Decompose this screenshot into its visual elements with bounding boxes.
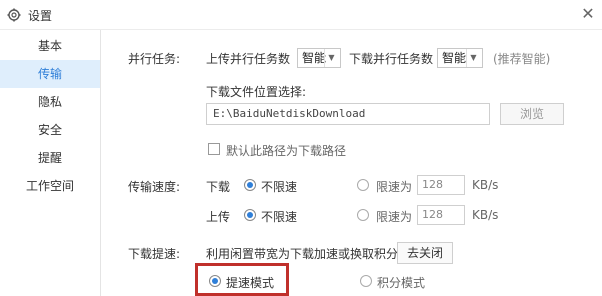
settings-gear-icon [7, 8, 21, 22]
sidebar-item-workspace[interactable]: 工作空间 [0, 172, 100, 200]
upload-unlimited-radio[interactable] [244, 209, 256, 221]
sidebar-item-security[interactable]: 安全 [0, 116, 100, 144]
upload-limit-input[interactable]: 128 [417, 205, 465, 225]
default-path-checkbox-label: 默认此路径为下载路径 [226, 144, 347, 158]
download-limit-radio[interactable] [357, 179, 369, 191]
upload-speed-label: 上传 [206, 210, 231, 224]
upload-limit-radio[interactable] [357, 209, 369, 221]
download-limit-input[interactable]: 128 [417, 175, 465, 195]
upload-unlimited-label: 不限速 [261, 210, 298, 224]
download-limit-label: 限速为 [376, 180, 413, 194]
upload-parallel-select[interactable]: 智能 ▼ [297, 48, 341, 68]
title-bar: 设置 ✕ [0, 0, 602, 30]
speed-section-label: 传输速度: [128, 180, 181, 194]
download-speed-label: 下载 [206, 180, 231, 194]
boost-points-mode-radio[interactable] [360, 275, 372, 287]
download-parallel-label: 下载并行任务数 [349, 52, 434, 66]
upload-parallel-label: 上传并行任务数 [206, 52, 291, 66]
boost-description: 利用闲置带宽为下载加速或换取积分 [206, 247, 399, 261]
boost-section-label: 下载提速: [128, 247, 181, 261]
window-title: 设置 [28, 9, 53, 23]
parallel-section-label: 并行任务: [128, 52, 181, 66]
download-parallel-select[interactable]: 智能 ▼ [437, 48, 483, 68]
browse-button[interactable]: 浏览 [500, 103, 564, 125]
download-unlimited-label: 不限速 [261, 180, 298, 194]
sidebar-item-reminder[interactable]: 提醒 [0, 144, 100, 172]
download-parallel-value: 智能 [442, 51, 467, 65]
parallel-hint: (推荐智能) [493, 52, 551, 66]
upload-limit-unit: KB/s [472, 208, 499, 222]
upload-limit-label: 限速为 [376, 210, 413, 224]
boost-close-button[interactable]: 去关闭 [397, 242, 453, 264]
default-path-checkbox[interactable] [208, 143, 220, 155]
close-icon[interactable]: ✕ [578, 4, 598, 24]
download-path-label: 下载文件位置选择: [206, 85, 307, 99]
sidebar: 基本 传输 隐私 安全 提醒 工作空间 [0, 30, 101, 296]
download-limit-unit: KB/s [472, 178, 499, 192]
download-unlimited-radio[interactable] [244, 179, 256, 191]
chevron-down-icon: ▼ [324, 49, 338, 67]
highlight-annotation-box [195, 263, 289, 296]
sidebar-item-transfer[interactable]: 传输 [0, 60, 100, 88]
download-path-input[interactable]: E:\BaiduNetdiskDownload [206, 103, 490, 125]
sidebar-item-privacy[interactable]: 隐私 [0, 88, 100, 116]
upload-parallel-value: 智能 [302, 51, 327, 65]
sidebar-item-basic[interactable]: 基本 [0, 32, 100, 60]
boost-points-mode-label: 积分模式 [377, 276, 426, 290]
chevron-down-icon: ▼ [466, 49, 480, 67]
